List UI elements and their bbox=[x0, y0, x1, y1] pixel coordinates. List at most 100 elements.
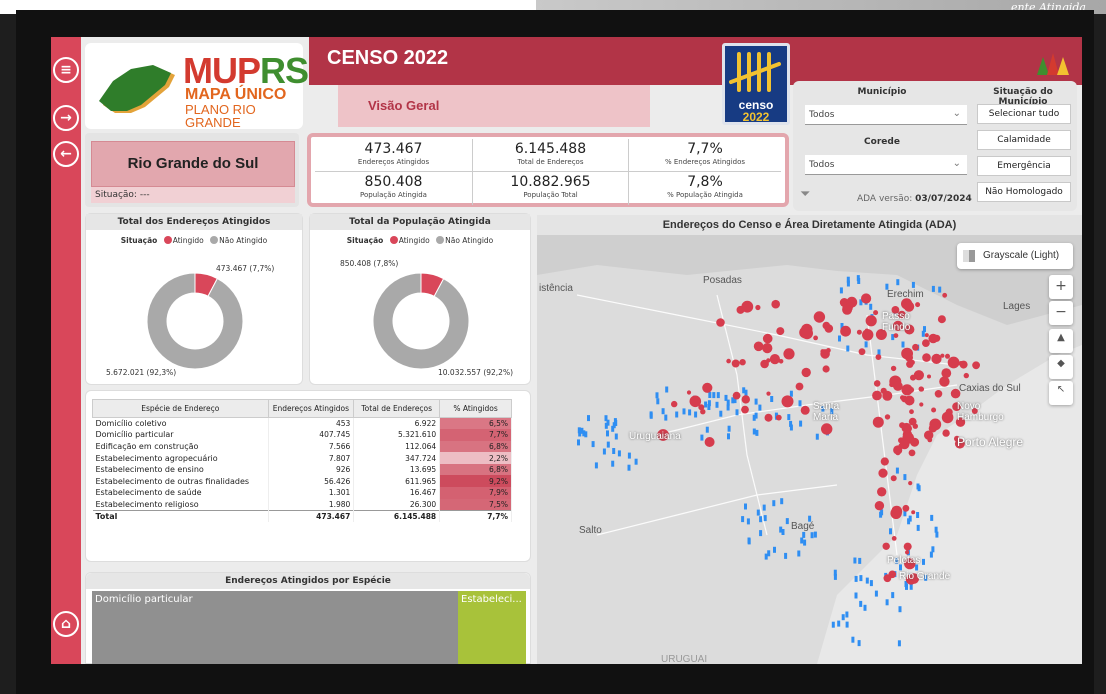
censo-address-mark bbox=[671, 400, 678, 408]
forward-arrow-icon[interactable]: → bbox=[53, 105, 79, 131]
censo-address-mark bbox=[861, 293, 872, 304]
ada-mark bbox=[727, 433, 730, 440]
ada-mark bbox=[815, 433, 819, 440]
table-row[interactable]: Estabelecimento de ensino 926 13.695 6,8% bbox=[92, 463, 512, 476]
select-pointer-icon[interactable]: ↖ bbox=[1049, 381, 1073, 405]
situacao-option-nao-homologado[interactable]: Não Homologado bbox=[977, 182, 1071, 202]
cell-pct: 6,8% bbox=[439, 440, 512, 453]
table-row[interactable]: Domicílio coletivo 453 6.922 6,5% bbox=[92, 417, 512, 430]
donut-card-enderecos: Total dos Endereços Atingidos Situação A… bbox=[85, 213, 303, 385]
city-label: Bagé bbox=[791, 521, 815, 532]
col-header[interactable]: Espécie de Endereço bbox=[92, 399, 269, 418]
ada-mark bbox=[707, 404, 711, 410]
kpi-value: 7,7% bbox=[687, 141, 723, 157]
censo-address-mark bbox=[873, 380, 881, 387]
ada-mark bbox=[851, 636, 855, 643]
donut-label-nao-atingido: 10.032.557 (92,2%) bbox=[438, 368, 514, 377]
ada-mark bbox=[764, 553, 768, 560]
ada-mark bbox=[916, 524, 920, 531]
city-label: Novo Hamburgo bbox=[957, 401, 1004, 423]
ada-mark bbox=[897, 640, 901, 647]
donut-slice-nao-atingido[interactable] bbox=[146, 272, 244, 370]
home-icon[interactable]: ⌂ bbox=[53, 611, 79, 637]
ada-mark bbox=[846, 280, 850, 287]
donut-slice-nao-atingido[interactable] bbox=[372, 272, 470, 370]
col-header[interactable]: Endereços Atingidos bbox=[267, 399, 355, 418]
ada-mark bbox=[869, 580, 873, 587]
censo-address-mark bbox=[769, 354, 780, 365]
censo-address-mark bbox=[910, 374, 916, 381]
kpi-value: 7,8% bbox=[687, 174, 723, 190]
kpi-label: População Total bbox=[523, 191, 578, 199]
ada-mark bbox=[841, 614, 845, 621]
map-canvas[interactable] bbox=[537, 235, 1082, 664]
ada-mark bbox=[759, 516, 763, 523]
ada-mark bbox=[931, 546, 935, 553]
censo-address-mark bbox=[931, 353, 942, 364]
compass-icon[interactable]: ◆ bbox=[1049, 355, 1073, 379]
col-header[interactable]: Total de Endereços bbox=[353, 399, 441, 418]
table-row[interactable]: Estabelecimento de outras finalidades 56.… bbox=[92, 475, 512, 488]
table-row[interactable]: Edificação em construção 7.566 112.064 6,8% bbox=[92, 440, 512, 453]
censo-address-mark bbox=[908, 481, 913, 486]
ada-mark bbox=[649, 412, 653, 419]
censo-address-mark bbox=[783, 348, 795, 360]
col-header[interactable]: % Atingidos bbox=[439, 399, 512, 418]
situacao-option-emergencia[interactable]: Emergência bbox=[977, 156, 1071, 176]
ada-mark bbox=[665, 386, 669, 393]
cell-name: Domicílio particular bbox=[92, 429, 269, 441]
censo-address-mark bbox=[864, 328, 869, 333]
ada-mark bbox=[938, 286, 942, 293]
situacao-option-calamidade[interactable]: Calamidade bbox=[977, 130, 1071, 150]
ada-mark bbox=[612, 448, 616, 454]
municipio-select[interactable]: Todos ⌄ bbox=[805, 105, 967, 125]
ada-mark bbox=[627, 464, 631, 471]
map-card: Endereços do Censo e Área Diretamente At… bbox=[537, 215, 1082, 664]
censo-address-mark bbox=[884, 414, 891, 420]
city-label: Erechim bbox=[887, 289, 924, 300]
corede-value: Todos bbox=[809, 160, 835, 170]
ada-mark bbox=[591, 441, 595, 448]
kpi-populacao-total: 10.882.965 População Total bbox=[473, 172, 629, 205]
zoom-in-button[interactable]: + bbox=[1049, 275, 1073, 299]
ada-mark bbox=[708, 392, 712, 398]
treemap-tile-domicilio[interactable]: Domicílio particular bbox=[92, 591, 458, 664]
ada-mark bbox=[752, 428, 756, 435]
ada-mark bbox=[726, 404, 730, 411]
city-label: Porto Alegre bbox=[957, 435, 1024, 449]
ada-mark bbox=[874, 590, 878, 597]
ada-mark bbox=[857, 640, 861, 647]
donut-title: Total dos Endereços Atingidos bbox=[86, 214, 302, 230]
ada-mark bbox=[837, 620, 841, 627]
page-title: CENSO 2022 bbox=[327, 47, 449, 69]
table-row[interactable]: Estabelecimento de saúde 1.301 16.467 7,9% bbox=[92, 487, 512, 499]
censo-address-mark bbox=[941, 411, 954, 424]
kpi-value: 850.408 bbox=[364, 174, 423, 190]
ada-mark bbox=[661, 408, 665, 415]
zoom-out-button[interactable]: − bbox=[1049, 301, 1073, 325]
censo-address-mark bbox=[878, 468, 888, 478]
ada-mark bbox=[754, 398, 758, 405]
table-row[interactable]: Domicílio particular 407.745 5.321.610 7,7% bbox=[92, 429, 512, 441]
total-cell: 473.467 bbox=[268, 509, 355, 522]
situacao-option-selecionar-tudo[interactable]: Selecionar tudo bbox=[977, 104, 1071, 124]
ada-mark bbox=[770, 396, 774, 402]
ada-mark bbox=[617, 450, 621, 457]
cell-atingidos: 407.745 bbox=[268, 429, 355, 441]
kpi-label: % Endereços Atingidos bbox=[664, 158, 746, 166]
ada-mark bbox=[627, 452, 631, 459]
back-arrow-icon[interactable]: ← bbox=[53, 141, 79, 167]
censo-address-mark bbox=[873, 310, 879, 316]
corede-select[interactable]: Todos ⌄ bbox=[805, 155, 967, 175]
censo-address-mark bbox=[880, 387, 887, 394]
table-row[interactable]: Estabelecimento religioso 1.980 26.300 7,5% bbox=[92, 498, 512, 511]
tilt-icon[interactable]: ▲ bbox=[1049, 329, 1073, 353]
table-row[interactable]: Estabelecimento agropecuário 7.807 347.724… bbox=[92, 452, 512, 464]
ada-mark bbox=[577, 439, 580, 446]
basemap-selector[interactable]: Grayscale (Light) bbox=[957, 243, 1073, 269]
menu-icon[interactable]: ≡ bbox=[53, 57, 79, 83]
treemap-tile-estabelecimento[interactable]: Estabeleci... bbox=[458, 591, 526, 664]
censo-address-mark bbox=[902, 504, 910, 512]
censo-address-mark bbox=[883, 574, 892, 583]
ada-mark bbox=[763, 515, 767, 522]
